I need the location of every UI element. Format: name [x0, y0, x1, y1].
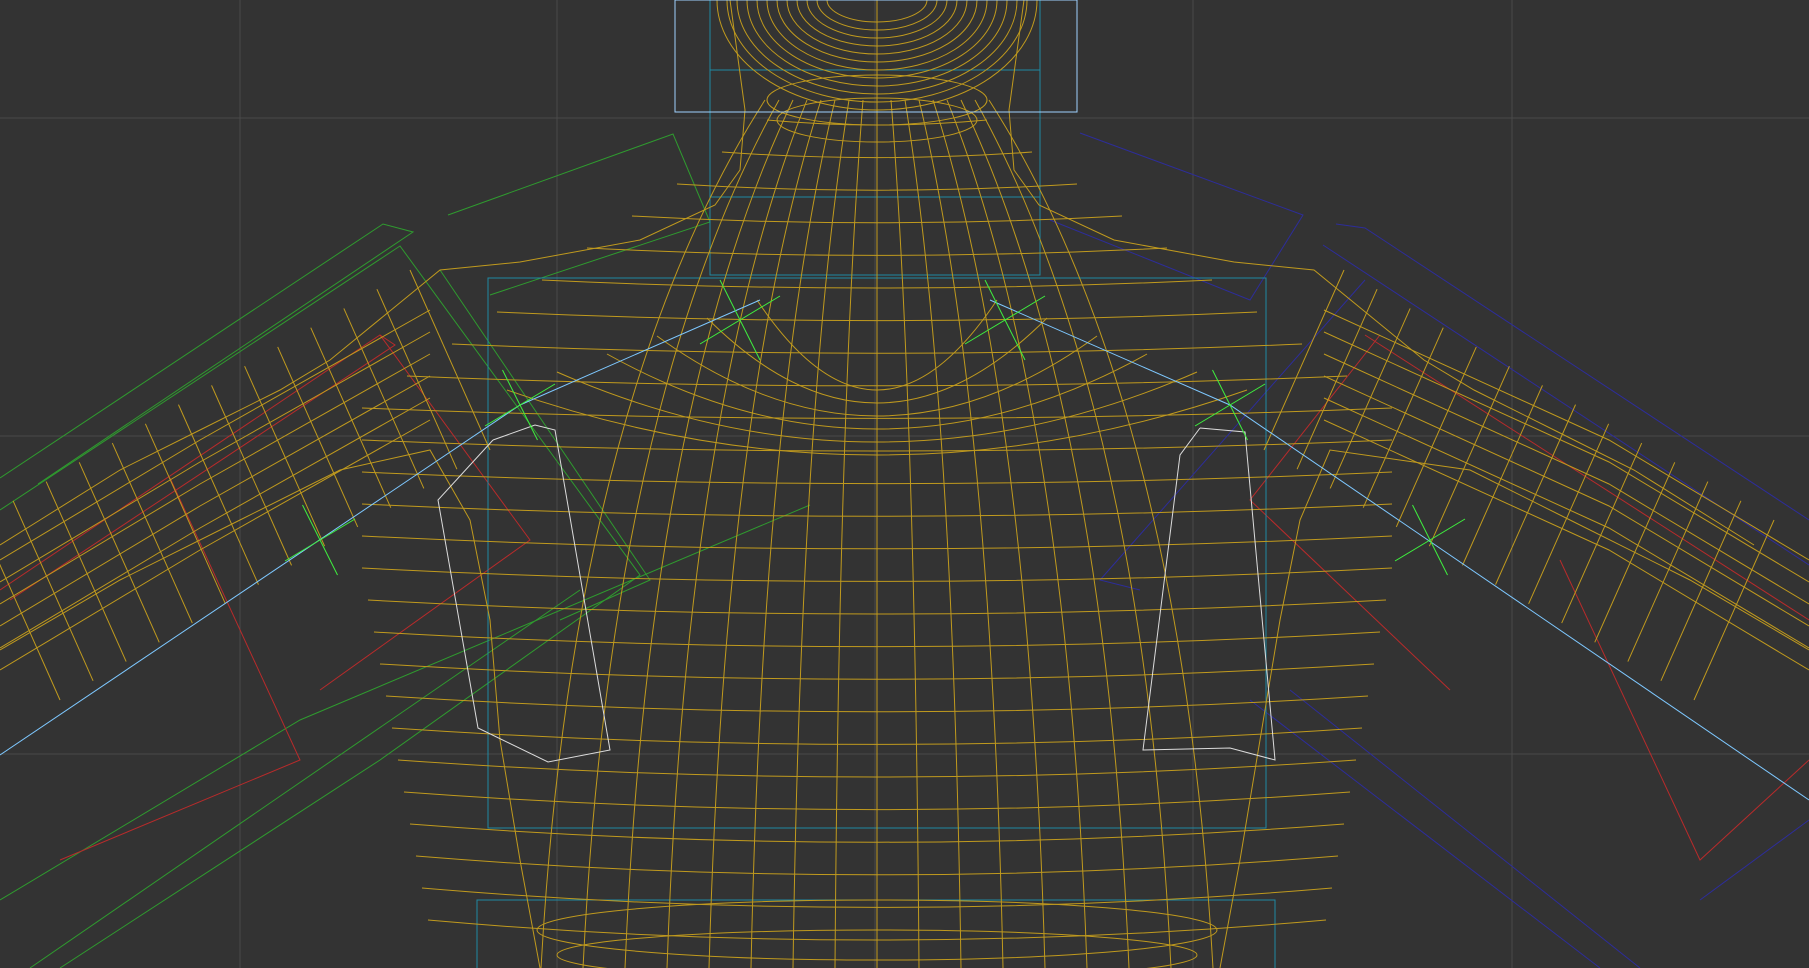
left-arm-underside: [0, 449, 541, 968]
mesh-edge-ring: [890, 99, 920, 968]
left-arm-edge-loop: [211, 385, 292, 566]
mesh-edge-ring: [932, 99, 1046, 968]
right-arm-edge-loop: [1528, 423, 1610, 605]
left-arm-edge-ring: [0, 419, 431, 671]
right-arm-edge-ring: [1323, 331, 1809, 583]
right-clavicle-control: [1099, 279, 1366, 591]
right-forearm-bone: [1559, 559, 1809, 861]
right-arm-control-edge: [1322, 244, 1809, 566]
mesh-edge-ring: [582, 99, 780, 968]
mesh-edge-ring: [974, 99, 1172, 968]
3d-viewport[interactable]: [0, 0, 1809, 968]
viewport-scene[interactable]: [0, 0, 1809, 968]
right-arm-edge-ring: [1323, 353, 1809, 605]
right-arm-control-outer: [1335, 223, 1809, 521]
right-arm-edge-ring: [1323, 309, 1809, 561]
left-arm-control-edge: [0, 504, 811, 901]
character-wireframe-mesh[interactable]: [0, 0, 1809, 968]
torso-outline-right: [1008, 0, 1755, 546]
arm-bone-outlines[interactable]: [0, 334, 1809, 861]
right-arm-edge-loop: [1627, 481, 1709, 662]
right-arm-bone-chain: [989, 299, 1809, 801]
mesh-edge-ring: [834, 99, 864, 968]
bone-chain[interactable]: [0, 299, 1809, 801]
pelvis-helper-box: [476, 899, 1276, 968]
right-arm-edge-loop: [1428, 365, 1510, 547]
mesh-edge-ring: [904, 99, 962, 968]
mesh-edge-ring: [708, 99, 822, 968]
right-arm-control-bottom: [1289, 689, 1641, 968]
right-arm-edge-loop: [1561, 442, 1643, 624]
left-elbow-axis-icon: [302, 504, 338, 576]
left-upper-arm-bone: [0, 334, 396, 601]
right-arm-edge-loop: [1329, 308, 1411, 489]
left-arm-control-edge-2: [29, 589, 581, 968]
right-arm-edge-loop: [1660, 500, 1742, 681]
right-elbow-axis-icon: [1412, 504, 1448, 576]
left-forearm-bone: [59, 477, 301, 861]
left-arm-edge-loop: [178, 404, 259, 585]
left-arm-edge-loop: [244, 365, 326, 547]
left-arm-control-box: [0, 245, 641, 968]
right-arm-edge-loop: [1594, 462, 1676, 643]
left-arm-controls[interactable]: [0, 133, 811, 968]
right-arm-edge-loop: [1462, 385, 1543, 566]
left-arm-edge-loop: [0, 563, 61, 701]
left-arm-edge-loop: [111, 442, 193, 624]
right-arm-edge-ring: [1323, 419, 1809, 671]
left-arm-edge-ring: [0, 353, 431, 605]
right-arm-edge-loop: [1263, 269, 1345, 451]
left-arm-edge-ring: [0, 375, 431, 627]
left-arm-edge-loop: [144, 423, 226, 605]
right-arm-edge-loop: [1362, 327, 1444, 508]
left-selection-shape: [437, 424, 611, 763]
right-upper-arm-bone: [1364, 334, 1809, 621]
right-arm-control-bottom-2: [1249, 699, 1601, 968]
left-arm-edge-loop: [409, 269, 491, 451]
right-arm-edge-loop: [1693, 519, 1775, 701]
right-shoulder-control: [1049, 132, 1304, 301]
left-shoulder-control: [447, 133, 711, 296]
right-arm-edge-ring: [1323, 375, 1809, 627]
right-arm-control-tip: [1699, 819, 1809, 901]
mesh-edge-ring: [792, 99, 850, 968]
right-arm-controls[interactable]: [1049, 132, 1809, 968]
